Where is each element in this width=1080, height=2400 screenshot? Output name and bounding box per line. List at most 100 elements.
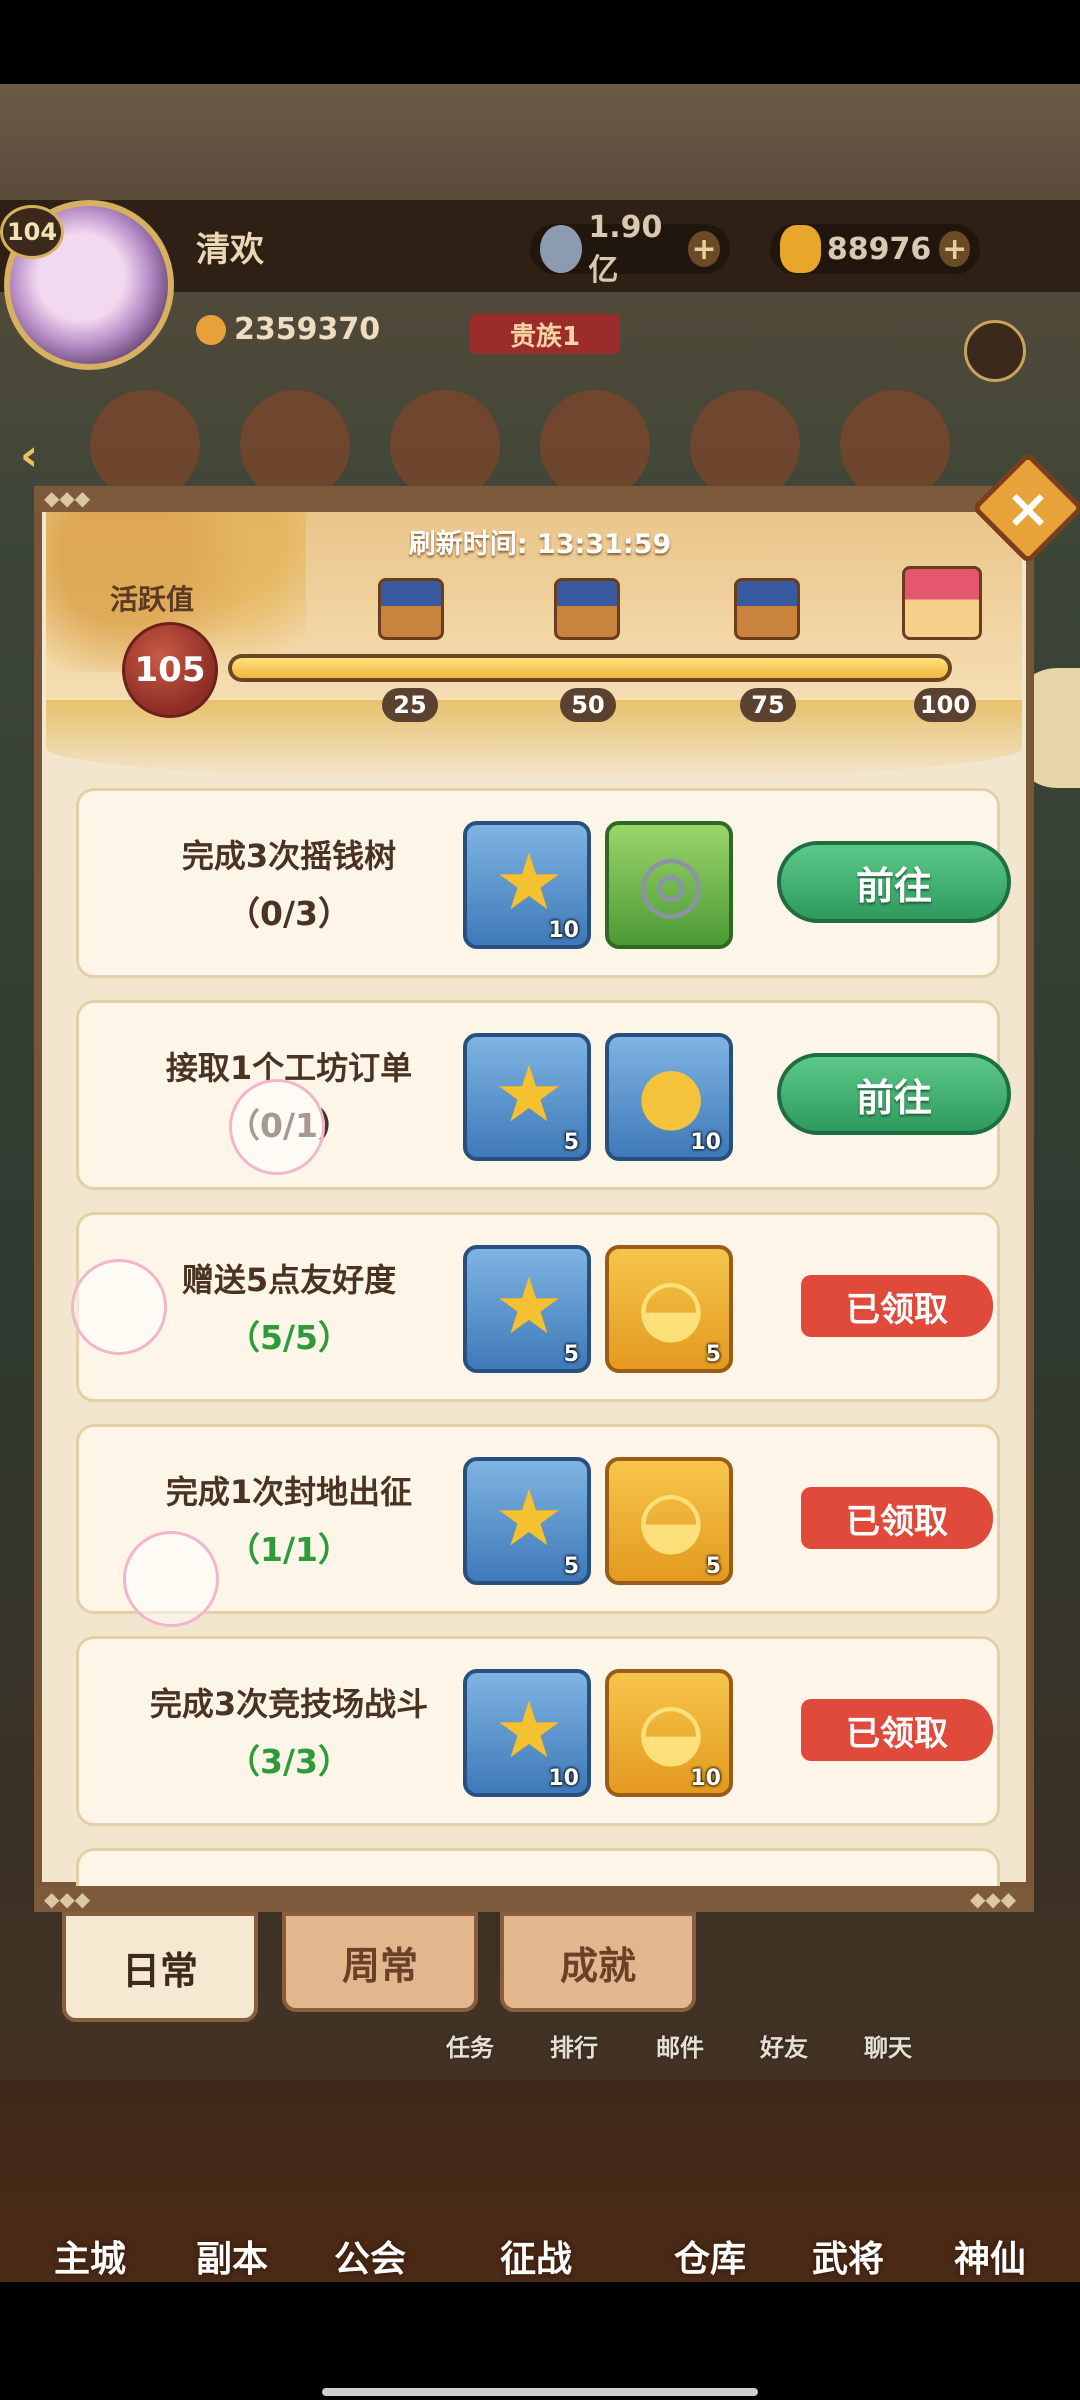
reward-slot[interactable]: ◒ 10 xyxy=(605,1669,733,1797)
home-indicator[interactable] xyxy=(322,2388,758,2396)
task-progress: （0/3） xyxy=(227,894,351,933)
event-icon[interactable] xyxy=(690,390,800,500)
copper-coins-icon: ◎ xyxy=(636,838,706,928)
close-icon[interactable]: × xyxy=(988,468,1068,548)
panel-bottom-border xyxy=(34,1886,1034,1912)
subnav-chat[interactable]: 聊天 xyxy=(864,2028,912,2063)
player-power: 2359370 xyxy=(196,312,380,347)
subnav-rank[interactable]: 排行 xyxy=(550,2028,598,2063)
chevron-left-icon[interactable]: ‹ xyxy=(20,430,70,481)
task-row: 赠送5点友好度 （5/5） ★ 5 ◒ 5 已领取 xyxy=(71,1212,1000,1402)
paw-print-icon xyxy=(123,1531,219,1627)
paw-print-icon xyxy=(71,1259,167,1355)
star-icon: ★ xyxy=(494,1474,564,1564)
reward-slot[interactable]: ★ 5 xyxy=(463,1033,591,1161)
milestone-25: 25 xyxy=(382,688,438,722)
claimed-badge: 已领取 xyxy=(801,1487,993,1549)
task-title: 赠送5点友好度 xyxy=(181,1261,397,1299)
nav-generals[interactable]: 武将 xyxy=(812,2230,884,2282)
big-chest-icon[interactable] xyxy=(902,566,982,640)
coins-display: 1.90亿 + xyxy=(530,210,730,288)
activity-progress-fill xyxy=(232,658,948,678)
add-ingots-button[interactable]: + xyxy=(939,231,970,267)
nav-city[interactable]: 主城 xyxy=(54,2230,126,2282)
claimed-badge: 已领取 xyxy=(801,1699,993,1761)
event-icon[interactable] xyxy=(90,390,200,500)
chest-icon[interactable] xyxy=(734,578,800,640)
reward-slot[interactable]: ◒ 5 xyxy=(605,1245,733,1373)
activity-progress-bar xyxy=(228,654,952,682)
reward-count: 5 xyxy=(563,1342,579,1367)
reward-slot[interactable]: ● 10 xyxy=(605,1033,733,1161)
reward-count: 10 xyxy=(548,1766,579,1791)
reward-slot[interactable]: ★ 5 xyxy=(463,1245,591,1373)
gold-ingot-icon: ◒ xyxy=(636,1474,706,1564)
panel-top-border xyxy=(34,486,1034,512)
reward-count: 5 xyxy=(563,1130,579,1155)
event-icon[interactable] xyxy=(240,390,350,500)
star-icon: ★ xyxy=(494,1050,564,1140)
ornament-dots: ◆◆◆ xyxy=(44,1887,91,1911)
reward-slot[interactable]: ★ 10 xyxy=(463,1669,591,1797)
reward-count: 5 xyxy=(705,1342,721,1367)
chest-icon[interactable] xyxy=(554,578,620,640)
reward-slot[interactable]: ★ 5 xyxy=(463,1457,591,1585)
power-value: 2359370 xyxy=(234,312,381,347)
star-icon: ★ xyxy=(494,1686,564,1776)
task-list[interactable]: 完成3次摇钱树 （0/3） ★ 10 ◎ 前往 接取1个工坊订单 （0/1） ★… xyxy=(46,780,1022,1886)
star-icon: ★ xyxy=(494,838,564,928)
task-text: 完成3次竞技场战斗 （3/3） xyxy=(99,1639,479,1823)
gold-ingot-icon: ◒ xyxy=(636,1262,706,1352)
go-button[interactable]: 前往 xyxy=(777,1053,1011,1135)
event-icon[interactable] xyxy=(540,390,650,500)
event-icon[interactable] xyxy=(840,390,950,500)
reward-count: 10 xyxy=(690,1130,721,1155)
ingots-value: 88976 xyxy=(826,231,932,267)
nav-immortal[interactable]: 神仙 xyxy=(954,2230,1026,2282)
reward-count: 10 xyxy=(690,1766,721,1791)
chest-icon[interactable] xyxy=(378,578,444,640)
reward-slot[interactable]: ◒ 5 xyxy=(605,1457,733,1585)
nav-dungeon[interactable]: 副本 xyxy=(196,2230,268,2282)
activity-label: 活跃值 xyxy=(110,583,195,616)
coins-value: 1.90亿 xyxy=(588,209,663,288)
task-progress: （1/1） xyxy=(227,1530,351,1569)
copper-coin-icon xyxy=(540,225,583,273)
gold-ingot-icon: ◒ xyxy=(636,1686,706,1776)
player-level-badge: 104 xyxy=(0,205,64,259)
go-button[interactable]: 前往 xyxy=(777,841,1011,923)
gold-ingot-icon xyxy=(780,225,821,273)
task-title: 完成3次摇钱树 xyxy=(181,837,397,875)
add-coins-button[interactable]: + xyxy=(688,231,720,267)
star-icon: ★ xyxy=(494,1262,564,1352)
gold-coin-icon: ● xyxy=(636,1050,706,1140)
subnav-friends[interactable]: 好友 xyxy=(760,2028,808,2063)
tab-weekly[interactable]: 周常 xyxy=(282,1912,478,2012)
noble-badge[interactable]: 贵族1 xyxy=(470,314,620,354)
tab-achievement[interactable]: 成就 xyxy=(500,1912,696,2012)
event-icon-row xyxy=(90,390,1050,500)
event-icon[interactable] xyxy=(390,390,500,500)
reward-count: 5 xyxy=(705,1554,721,1579)
nav-guild[interactable]: 公会 xyxy=(334,2230,406,2282)
nav-battle[interactable]: 征战 xyxy=(500,2230,572,2282)
task-progress: （5/5） xyxy=(227,1318,351,1357)
ornament-dots: ◆◆◆ xyxy=(970,1887,1017,1911)
task-row: 接取1个工坊订单 （0/1） ★ 5 ● 10 前往 xyxy=(76,1000,1011,1190)
reward-slot[interactable]: ★ 10 xyxy=(463,821,591,949)
tab-daily[interactable]: 日常 xyxy=(62,1912,258,2022)
reward-count: 5 xyxy=(563,1554,579,1579)
reward-slot[interactable]: ◎ xyxy=(605,821,733,949)
refresh-time: 刷新时间: 13:31:59 xyxy=(408,529,672,560)
nav-warehouse[interactable]: 仓库 xyxy=(674,2230,746,2282)
paw-print-icon xyxy=(229,1079,325,1175)
subnav-mail[interactable]: 邮件 xyxy=(656,2028,704,2063)
subnav-task[interactable]: 任务 xyxy=(446,2028,494,2063)
milestone-50: 50 xyxy=(560,688,616,722)
task-row xyxy=(76,1848,1000,1886)
collapse-arrow-button[interactable] xyxy=(964,320,1026,382)
milestone-100: 100 xyxy=(914,688,976,722)
activity-value-ball: 105 xyxy=(122,622,218,718)
task-text: 完成3次摇钱树 （0/3） xyxy=(99,791,479,975)
claimed-badge: 已领取 xyxy=(801,1275,993,1337)
